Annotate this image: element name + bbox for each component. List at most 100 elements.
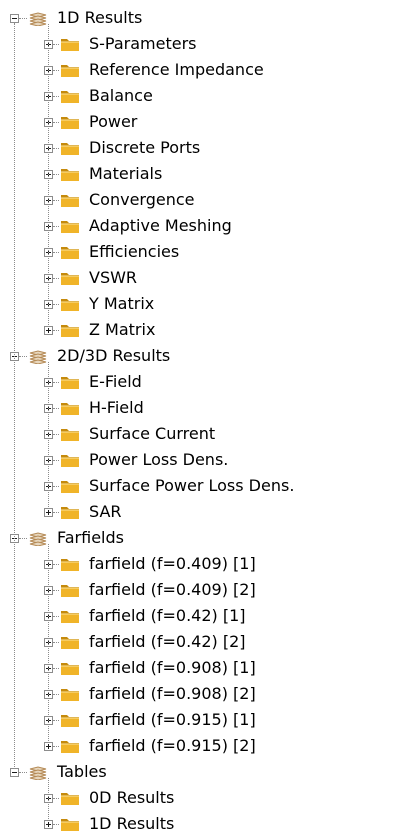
folder-icon [61,403,79,415]
tree-connector [53,667,59,669]
tree-connector [53,459,59,461]
tree-item[interactable]: farfield (f=0.915) [2] [44,733,256,759]
tree-group-label: 1D Results [57,8,143,27]
folder-icon [61,429,79,441]
folder-icon [61,65,79,77]
expand-toggle[interactable] [44,819,53,829]
tree-item-label: Y Matrix [89,294,155,313]
tree-item[interactable]: farfield (f=0.42) [1] [44,603,246,629]
tree-item[interactable]: E-Field [44,369,142,395]
folder-icon [61,585,79,597]
tree-connector [53,433,59,435]
tree-item[interactable]: Reference Impedance [44,57,264,83]
tree-item[interactable]: farfield (f=0.915) [1] [44,707,256,733]
tree-connector [53,277,59,279]
tree-connector [53,251,59,253]
folder-icon [61,325,79,337]
tree-item-label: Reference Impedance [89,60,264,79]
results-tree: 1D Results S-Parameters Reference Impedanc… [0,0,397,836]
tree-item[interactable]: Z Matrix [44,317,155,343]
tree-item-label: farfield (f=0.409) [2] [89,580,256,599]
tree-item-label: E-Field [89,372,142,391]
expand-toggle[interactable] [44,325,53,335]
tree-group-label: Tables [57,762,107,781]
folder-icon [61,481,79,493]
tree-connector [53,563,59,565]
tree-connector [53,381,59,383]
tree-item[interactable]: 1D Results [44,811,174,837]
tree-item[interactable]: farfield (f=0.908) [2] [44,681,256,707]
tree-connector [53,225,59,227]
tree-item-label: farfield (f=0.908) [1] [89,658,256,677]
tree-item-label: Materials [89,164,163,183]
tree-branch-line [48,362,49,507]
tree-item[interactable]: Surface Power Loss Dens. [44,473,294,499]
folder-icon [61,819,79,831]
folder-icon [61,715,79,727]
tree-connector [53,485,59,487]
tree-item[interactable]: Power [44,109,137,135]
tree-item[interactable]: farfield (f=0.42) [2] [44,629,246,655]
tree-item-label: Z Matrix [89,320,156,339]
tree-item-label: Power Loss Dens. [89,450,229,469]
tree-item-label: farfield (f=0.409) [1] [89,554,256,573]
tree-item[interactable]: VSWR [44,265,137,291]
tree-item[interactable]: Y Matrix [44,291,154,317]
tree-item[interactable]: Power Loss Dens. [44,447,228,473]
expand-toggle[interactable] [44,507,53,517]
tree-group-label: 2D/3D Results [57,346,171,365]
tree-connector [53,745,59,747]
results-stack-icon [29,766,47,780]
tree-branch-line [48,544,49,741]
tree-item[interactable]: S-Parameters [44,31,197,57]
tree-item-label: Power [89,112,138,131]
tree-connector [53,329,59,331]
tree-connector [53,147,59,149]
tree-item-label: Adaptive Meshing [89,216,232,235]
tree-group-3[interactable]: Tables [10,759,107,785]
tree-item[interactable]: Materials [44,161,162,187]
tree-item[interactable]: 0D Results [44,785,174,811]
collapse-toggle[interactable] [10,13,19,23]
tree-item-label: SAR [89,502,122,521]
expand-toggle[interactable] [44,741,53,751]
tree-item[interactable]: Balance [44,83,153,109]
tree-item[interactable]: Discrete Ports [44,135,200,161]
tree-group-2[interactable]: Farfields [10,525,124,551]
tree-connector [53,589,59,591]
results-stack-icon [29,12,47,26]
tree-item[interactable]: farfield (f=0.908) [1] [44,655,256,681]
tree-connector [53,407,59,409]
tree-item[interactable]: Convergence [44,187,195,213]
tree-item-label: H-Field [89,398,144,417]
tree-item[interactable]: Adaptive Meshing [44,213,232,239]
tree-connector [53,173,59,175]
folder-icon [61,195,79,207]
tree-connector [19,355,27,357]
folder-icon [61,611,79,623]
tree-item-label: Balance [89,86,153,105]
folder-icon [61,169,79,181]
tree-connector [19,537,27,539]
tree-item[interactable]: farfield (f=0.409) [1] [44,551,256,577]
tree-item[interactable]: SAR [44,499,122,525]
tree-item-label: farfield (f=0.908) [2] [89,684,256,703]
folder-icon [61,793,79,805]
tree-item-label: 1D Results [89,814,175,833]
tree-item[interactable]: H-Field [44,395,144,421]
folder-icon [61,507,79,519]
folder-icon [61,559,79,571]
tree-group-0[interactable]: 1D Results [10,5,142,31]
tree-item-label: farfield (f=0.42) [2] [89,632,246,651]
tree-item[interactable]: farfield (f=0.409) [2] [44,577,256,603]
tree-group-1[interactable]: 2D/3D Results [10,343,170,369]
tree-item[interactable]: Efficiencies [44,239,179,265]
tree-connector [53,719,59,721]
collapse-toggle[interactable] [10,767,19,777]
tree-item[interactable]: Surface Current [44,421,215,447]
tree-item-label: farfield (f=0.915) [1] [89,710,256,729]
folder-icon [61,39,79,51]
folder-icon [61,377,79,389]
tree-connector [53,303,59,305]
tree-branch-line [48,778,49,819]
